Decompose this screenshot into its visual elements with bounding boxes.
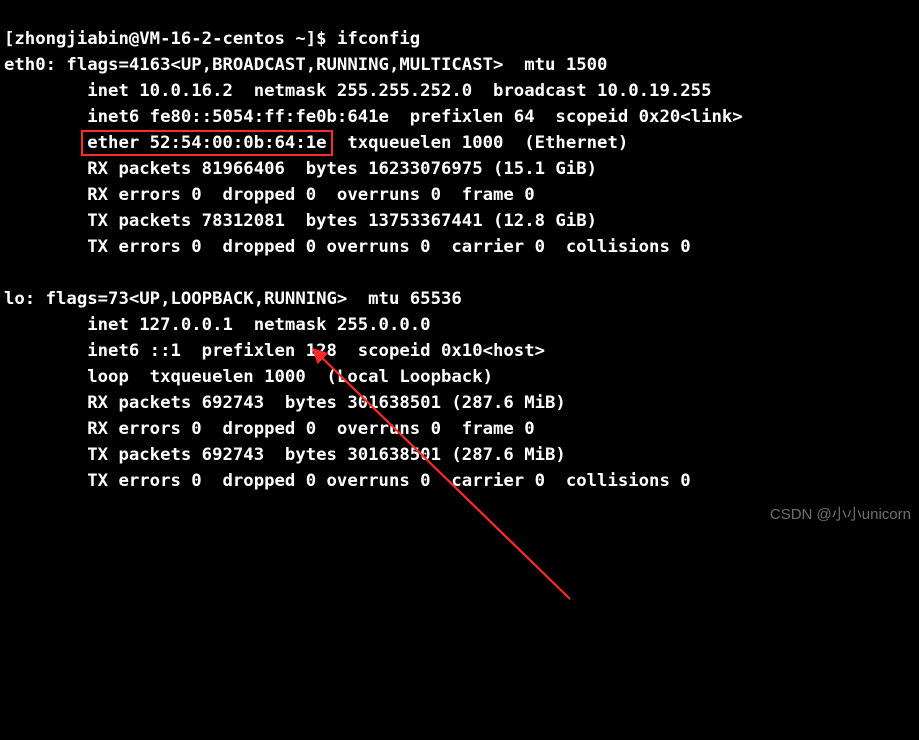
lo-rx-errors: RX errors 0 dropped 0 overruns 0 frame 0	[4, 419, 535, 439]
eth0-rx-errors: RX errors 0 dropped 0 overruns 0 frame 0	[4, 185, 535, 205]
eth0-inet6: inet6 fe80::5054:ff:fe0b:641e prefixlen …	[4, 107, 743, 127]
lo-loop: loop txqueuelen 1000 (Local Loopback)	[4, 367, 493, 387]
lo-rx-packets: RX packets 692743 bytes 301638501 (287.6…	[4, 393, 566, 413]
eth0-inet: inet 10.0.16.2 netmask 255.255.252.0 bro…	[4, 81, 712, 101]
terminal-output: [zhongjiabin@VM-16-2-centos ~]$ ifconfig…	[4, 0, 743, 494]
shell-prompt: [zhongjiabin@VM-16-2-centos ~]$	[4, 29, 337, 49]
lo-tx-packets: TX packets 692743 bytes 301638501 (287.6…	[4, 445, 566, 465]
eth0-ether-pre	[4, 133, 87, 153]
eth0-ether-post: txqueuelen 1000 (Ethernet)	[327, 133, 629, 153]
watermark-text: CSDN @小小unicorn	[770, 502, 911, 528]
lo-header: lo: flags=73<UP,LOOPBACK,RUNNING> mtu 65…	[4, 289, 462, 309]
lo-inet: inet 127.0.0.1 netmask 255.0.0.0	[4, 315, 431, 335]
eth0-header: eth0: flags=4163<UP,BROADCAST,RUNNING,MU…	[4, 55, 607, 75]
eth0-tx-packets: TX packets 78312081 bytes 13753367441 (1…	[4, 211, 597, 231]
eth0-tx-errors: TX errors 0 dropped 0 overruns 0 carrier…	[4, 237, 691, 257]
command-text: ifconfig	[337, 29, 420, 49]
lo-tx-errors: TX errors 0 dropped 0 overruns 0 carrier…	[4, 471, 691, 491]
lo-inet6: inet6 ::1 prefixlen 128 scopeid 0x10<hos…	[4, 341, 545, 361]
eth0-mac-address: ether 52:54:00:0b:64:1e	[87, 133, 326, 153]
eth0-rx-packets: RX packets 81966406 bytes 16233076975 (1…	[4, 159, 597, 179]
blank-line	[4, 263, 14, 283]
